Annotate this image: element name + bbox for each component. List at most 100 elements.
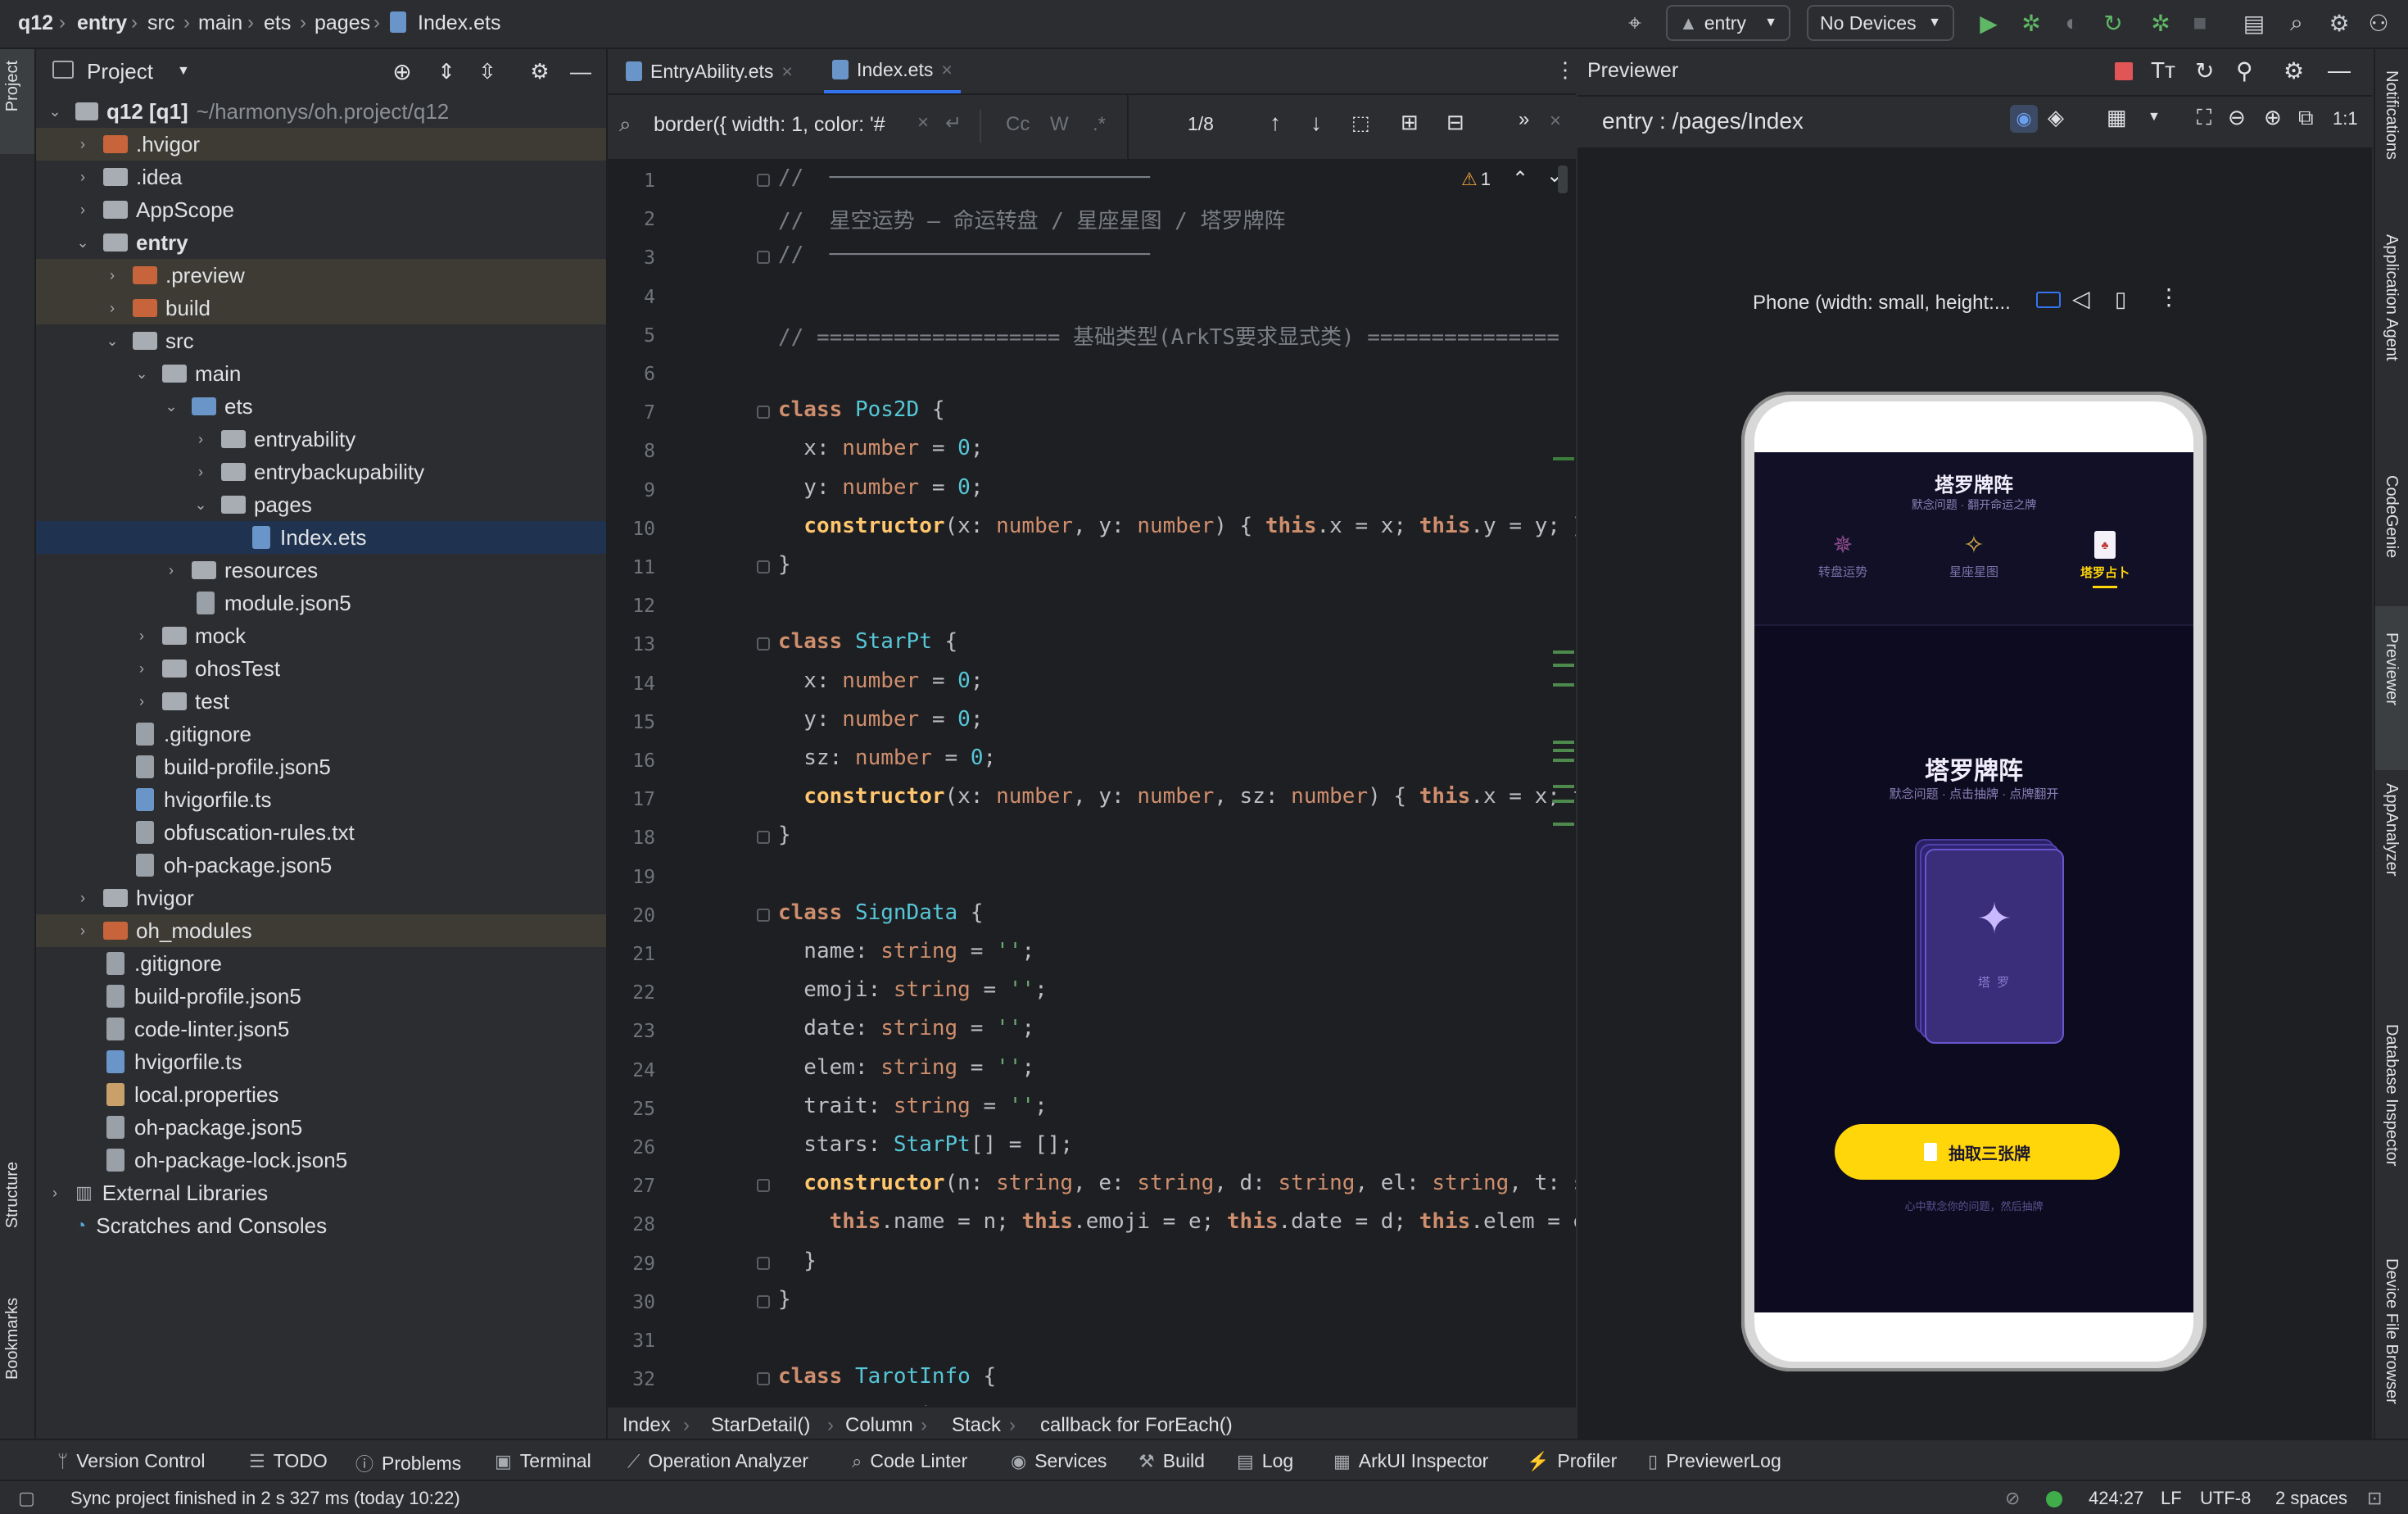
database-inspector-tool-tab[interactable]: Database Inspector <box>2382 1024 2401 1166</box>
tab-starmap[interactable]: ✧ 星座星图 <box>1933 531 2015 580</box>
version-control-tab[interactable]: ᛘ Version Control <box>57 1450 205 1472</box>
tree-root[interactable]: ⌄ q12 [q1] ~/harmonys/oh.project/q12 <box>36 95 606 128</box>
close-find-icon[interactable]: × <box>1550 110 1561 133</box>
code-line[interactable]: class Pos2D { <box>778 397 945 422</box>
previous-match-icon[interactable]: ↑ <box>1270 110 1281 136</box>
find-input[interactable]: border({ width: 1, color: '# <box>654 113 899 137</box>
tree-item[interactable]: › mock <box>36 619 606 652</box>
tree-item[interactable]: build-profile.json5 <box>36 980 606 1013</box>
pin-icon[interactable]: ⚲ <box>2236 57 2253 84</box>
tab-tarot-active[interactable]: ♣ 塔罗占卜 <box>2064 531 2146 588</box>
tree-item[interactable]: obfuscation-rules.txt <box>36 816 606 849</box>
code-line[interactable]: this.name = n; this.emoji = e; this.date… <box>778 1209 1576 1234</box>
indent-setting[interactable]: 2 spaces <box>2275 1488 2347 1509</box>
expand-all-icon[interactable]: ⇕ <box>432 57 460 85</box>
close-icon[interactable]: × <box>941 59 952 81</box>
tree-item[interactable]: code-linter.json5 <box>36 1013 606 1045</box>
more-tabs-icon[interactable]: ⋮ <box>1555 57 1576 83</box>
run-icon[interactable]: ▶ <box>1974 8 2003 38</box>
run-config-select[interactable]: ▲ entry ▼ <box>1666 5 1790 41</box>
fold-marker-icon[interactable] <box>757 637 770 651</box>
tarot-deck-card[interactable]: ✦ 塔 罗 <box>1925 849 2064 1044</box>
project-view-label[interactable]: Project <box>87 59 153 84</box>
services-tab[interactable]: ◉ Services <box>1011 1450 1107 1472</box>
rotate-icon[interactable]: ◁ <box>2072 285 2090 312</box>
chevron-down-icon[interactable]: ▼ <box>177 64 190 79</box>
tree-item[interactable]: › AppScope <box>36 193 606 226</box>
fold-marker-icon[interactable] <box>757 1372 770 1386</box>
code-line[interactable]: class StarPt { <box>778 629 957 654</box>
tree-item[interactable]: › ohosTest <box>36 652 606 685</box>
code-line[interactable]: trait: string = ''; <box>778 1094 1047 1118</box>
regex-toggle[interactable]: .* <box>1093 113 1106 136</box>
locate-icon[interactable]: ⌖ <box>1620 8 1650 38</box>
profiler-tab[interactable]: ⚡ Profiler <box>1527 1450 1617 1472</box>
status-ok-icon[interactable] <box>2046 1491 2062 1507</box>
tree-item[interactable]: › hvigor <box>36 882 606 914</box>
refresh-icon[interactable]: ↻ <box>2195 57 2214 84</box>
code-line[interactable]: // ───────────────────────── <box>778 165 1150 190</box>
code-line[interactable]: x: number = 0; <box>778 436 983 460</box>
code-line[interactable]: y: number = 0; <box>778 707 983 732</box>
font-size-icon[interactable]: Tт <box>2151 57 2175 84</box>
crumb-item[interactable]: Column <box>845 1414 913 1437</box>
filter-icon[interactable]: ⊟ <box>1446 110 1464 135</box>
hide-panel-icon[interactable]: — <box>567 57 595 85</box>
stop-icon[interactable]: ■ <box>2185 8 2215 38</box>
tree-item[interactable]: › .hvigor <box>36 128 606 161</box>
codegenie-tool-tab[interactable]: CodeGenie <box>2382 475 2401 558</box>
crumb-item[interactable]: callback for ForEach() <box>1040 1414 1233 1437</box>
locate-file-icon[interactable]: ⊕ <box>388 57 416 85</box>
appanalyzer-tool-tab[interactable]: AppAnalyzer <box>2382 783 2401 876</box>
collapse-all-icon[interactable]: ⇳ <box>473 57 501 85</box>
previewer-tool-tab[interactable]: Previewer <box>2382 632 2401 705</box>
fold-marker-icon[interactable] <box>757 1294 770 1308</box>
tree-item[interactable]: › .idea <box>36 161 606 193</box>
stop-preview-icon[interactable] <box>2115 62 2133 80</box>
code-line[interactable]: } <box>778 1287 791 1312</box>
tree-item[interactable]: › ▥ External Libraries <box>36 1176 606 1209</box>
tree-item[interactable]: ⌄ main <box>36 357 606 390</box>
actual-size-icon[interactable]: ⧉ <box>2298 105 2314 131</box>
code-line[interactable]: constructor(x: number, y: number, sz: nu… <box>778 784 1576 809</box>
chevron-up-icon[interactable]: ⌃ <box>1512 167 1528 191</box>
inspector-icon[interactable]: ◉ <box>2010 105 2038 133</box>
tree-item[interactable]: .gitignore <box>36 947 606 980</box>
tab-entryability[interactable]: EntryAbility.ets × <box>618 49 801 93</box>
code-line[interactable]: elem: string = ''; <box>778 1055 1034 1080</box>
tree-item[interactable]: › oh_modules <box>36 914 606 947</box>
options-gear-icon[interactable]: ⚙ <box>526 57 554 85</box>
tree-item[interactable]: ⌄ src <box>36 324 606 357</box>
add-selection-icon[interactable]: ⊞ <box>1401 110 1419 135</box>
tree-item[interactable]: › entrybackupability <box>36 456 606 488</box>
lock-icon[interactable]: ⊡ <box>2367 1488 2382 1509</box>
code-line[interactable]: } <box>778 823 791 847</box>
problems-tab[interactable]: ⓘ Problems <box>355 1450 461 1476</box>
tree-item[interactable]: › .preview <box>36 259 606 292</box>
bookmarks-tool-tab[interactable]: Bookmarks <box>3 1298 22 1380</box>
match-case-toggle[interactable]: Cc <box>1006 113 1030 136</box>
fold-marker-icon[interactable] <box>757 174 770 187</box>
attach-debugger-icon[interactable]: ◐ <box>2057 8 2087 38</box>
account-icon[interactable]: ⚇ <box>2364 8 2393 38</box>
one-to-one-icon[interactable]: 1:1 <box>2333 108 2358 129</box>
fold-marker-icon[interactable] <box>757 1179 770 1193</box>
toggle-panels-icon[interactable]: ▢ <box>18 1488 35 1509</box>
code-line[interactable]: name: string = ''; <box>778 939 1034 963</box>
tree-item[interactable]: › resources <box>36 554 606 587</box>
device-select[interactable]: No Devices ▼ <box>1807 5 1954 41</box>
zoom-out-icon[interactable]: ⊖ <box>2228 105 2246 130</box>
log-tab[interactable]: ▤ Log <box>1237 1450 1293 1472</box>
project-tool-tab[interactable]: Project <box>3 61 22 111</box>
tree-item[interactable]: build-profile.json5 <box>36 750 606 783</box>
close-icon[interactable]: × <box>781 61 792 83</box>
crumb-item[interactable]: Index <box>622 1414 671 1437</box>
code-linter-tab[interactable]: ⌕ Code Linter <box>852 1450 967 1472</box>
code-line[interactable]: // ───────────────────────── <box>778 243 1150 267</box>
terminal-tab[interactable]: ▣ Terminal <box>495 1450 591 1472</box>
tree-item[interactable]: › build <box>36 292 606 324</box>
tab-index[interactable]: Index.ets × <box>824 49 961 93</box>
breadcrumb-entry[interactable]: entry <box>77 11 127 35</box>
more-options-icon[interactable]: » <box>1519 108 1529 131</box>
no-network-icon[interactable]: ⊘ <box>2005 1488 2020 1509</box>
